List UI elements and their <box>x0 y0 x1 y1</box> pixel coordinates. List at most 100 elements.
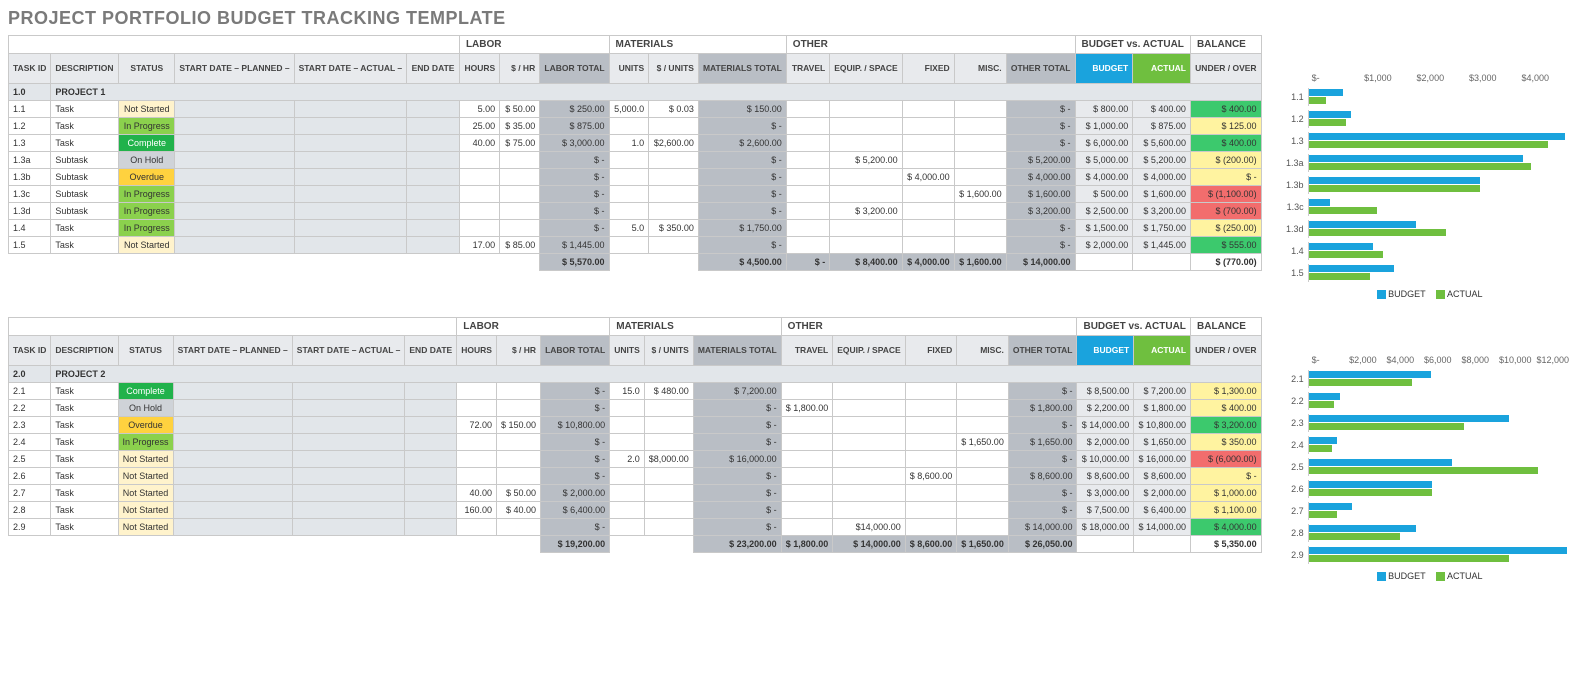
units[interactable] <box>609 152 649 169</box>
fixed[interactable] <box>902 135 954 152</box>
equip-space[interactable] <box>830 237 902 254</box>
equip-space[interactable] <box>830 169 902 186</box>
start-date-actual[interactable] <box>294 186 407 203</box>
task-desc[interactable]: Task <box>51 237 119 254</box>
travel[interactable] <box>781 417 833 434</box>
fixed[interactable] <box>902 152 954 169</box>
rate-per-hour[interactable] <box>496 383 540 400</box>
rate-per-hour[interactable]: $ 35.00 <box>500 118 540 135</box>
status-cell[interactable]: Not Started <box>118 519 173 536</box>
misc[interactable] <box>957 400 1009 417</box>
travel[interactable] <box>786 152 829 169</box>
equip-space[interactable] <box>833 502 905 519</box>
misc[interactable]: $ 1,650.00 <box>957 434 1009 451</box>
status-cell[interactable]: In Progress <box>119 186 175 203</box>
rate-per-hour[interactable] <box>496 519 540 536</box>
hours[interactable]: 40.00 <box>457 485 497 502</box>
travel[interactable]: $ 1,800.00 <box>781 400 833 417</box>
cost-per-unit[interactable] <box>649 118 699 135</box>
status-cell[interactable]: Complete <box>118 383 173 400</box>
travel[interactable] <box>786 237 829 254</box>
units[interactable] <box>609 203 649 220</box>
hours[interactable]: 5.00 <box>459 101 499 118</box>
start-date-planned[interactable] <box>175 203 294 220</box>
rate-per-hour[interactable] <box>500 220 540 237</box>
misc[interactable] <box>954 237 1006 254</box>
cost-per-unit[interactable] <box>644 485 693 502</box>
rate-per-hour[interactable] <box>500 203 540 220</box>
equip-space[interactable] <box>833 400 905 417</box>
fixed[interactable] <box>905 519 957 536</box>
equip-space[interactable]: $14,000.00 <box>833 519 905 536</box>
task-desc[interactable]: Subtask <box>51 203 119 220</box>
travel[interactable] <box>786 169 829 186</box>
units[interactable]: 5,000.0 <box>609 101 649 118</box>
rate-per-hour[interactable] <box>496 434 540 451</box>
equip-space[interactable]: $ 5,200.00 <box>830 152 902 169</box>
end-date[interactable] <box>405 468 457 485</box>
hours[interactable] <box>457 434 497 451</box>
travel[interactable] <box>786 118 829 135</box>
start-date-actual[interactable] <box>294 169 407 186</box>
hours[interactable] <box>459 152 499 169</box>
fixed[interactable] <box>905 383 957 400</box>
rate-per-hour[interactable]: $ 40.00 <box>496 502 540 519</box>
task-desc[interactable]: Task <box>51 118 119 135</box>
end-date[interactable] <box>405 417 457 434</box>
start-date-planned[interactable] <box>173 400 292 417</box>
status-cell[interactable]: Overdue <box>118 417 173 434</box>
end-date[interactable] <box>405 383 457 400</box>
equip-space[interactable] <box>833 451 905 468</box>
end-date[interactable] <box>405 434 457 451</box>
rate-per-hour[interactable]: $ 50.00 <box>500 101 540 118</box>
hours[interactable] <box>459 169 499 186</box>
status-cell[interactable]: In Progress <box>118 434 173 451</box>
end-date[interactable] <box>407 101 460 118</box>
hours[interactable] <box>457 451 497 468</box>
start-date-actual[interactable] <box>294 135 407 152</box>
start-date-planned[interactable] <box>175 118 294 135</box>
start-date-planned[interactable] <box>175 237 294 254</box>
rate-per-hour[interactable] <box>500 186 540 203</box>
hours[interactable] <box>459 186 499 203</box>
task-desc[interactable]: Task <box>51 383 118 400</box>
misc[interactable] <box>954 101 1006 118</box>
units[interactable] <box>610 417 645 434</box>
hours[interactable]: 25.00 <box>459 118 499 135</box>
rate-per-hour[interactable] <box>496 400 540 417</box>
start-date-actual[interactable] <box>292 383 405 400</box>
start-date-planned[interactable] <box>173 451 292 468</box>
travel[interactable] <box>781 502 833 519</box>
units[interactable] <box>610 519 645 536</box>
end-date[interactable] <box>407 203 460 220</box>
fixed[interactable] <box>902 237 954 254</box>
status-cell[interactable]: Not Started <box>118 502 173 519</box>
task-desc[interactable]: Task <box>51 451 118 468</box>
task-desc[interactable]: Task <box>51 485 118 502</box>
status-cell[interactable]: Not Started <box>119 101 175 118</box>
misc[interactable] <box>957 485 1009 502</box>
start-date-actual[interactable] <box>292 400 405 417</box>
status-cell[interactable]: In Progress <box>119 220 175 237</box>
misc[interactable] <box>954 220 1006 237</box>
task-desc[interactable]: Task <box>51 101 119 118</box>
start-date-planned[interactable] <box>173 383 292 400</box>
start-date-planned[interactable] <box>173 468 292 485</box>
rate-per-hour[interactable] <box>500 152 540 169</box>
travel[interactable] <box>786 203 829 220</box>
start-date-actual[interactable] <box>294 152 407 169</box>
equip-space[interactable] <box>833 417 905 434</box>
travel[interactable] <box>781 434 833 451</box>
end-date[interactable] <box>405 519 457 536</box>
units[interactable] <box>609 169 649 186</box>
cost-per-unit[interactable] <box>644 519 693 536</box>
start-date-actual[interactable] <box>294 101 407 118</box>
end-date[interactable] <box>407 220 460 237</box>
rate-per-hour[interactable]: $ 85.00 <box>500 237 540 254</box>
hours[interactable] <box>459 203 499 220</box>
equip-space[interactable] <box>833 485 905 502</box>
fixed[interactable] <box>905 451 957 468</box>
fixed[interactable] <box>902 186 954 203</box>
start-date-planned[interactable] <box>175 169 294 186</box>
end-date[interactable] <box>405 400 457 417</box>
